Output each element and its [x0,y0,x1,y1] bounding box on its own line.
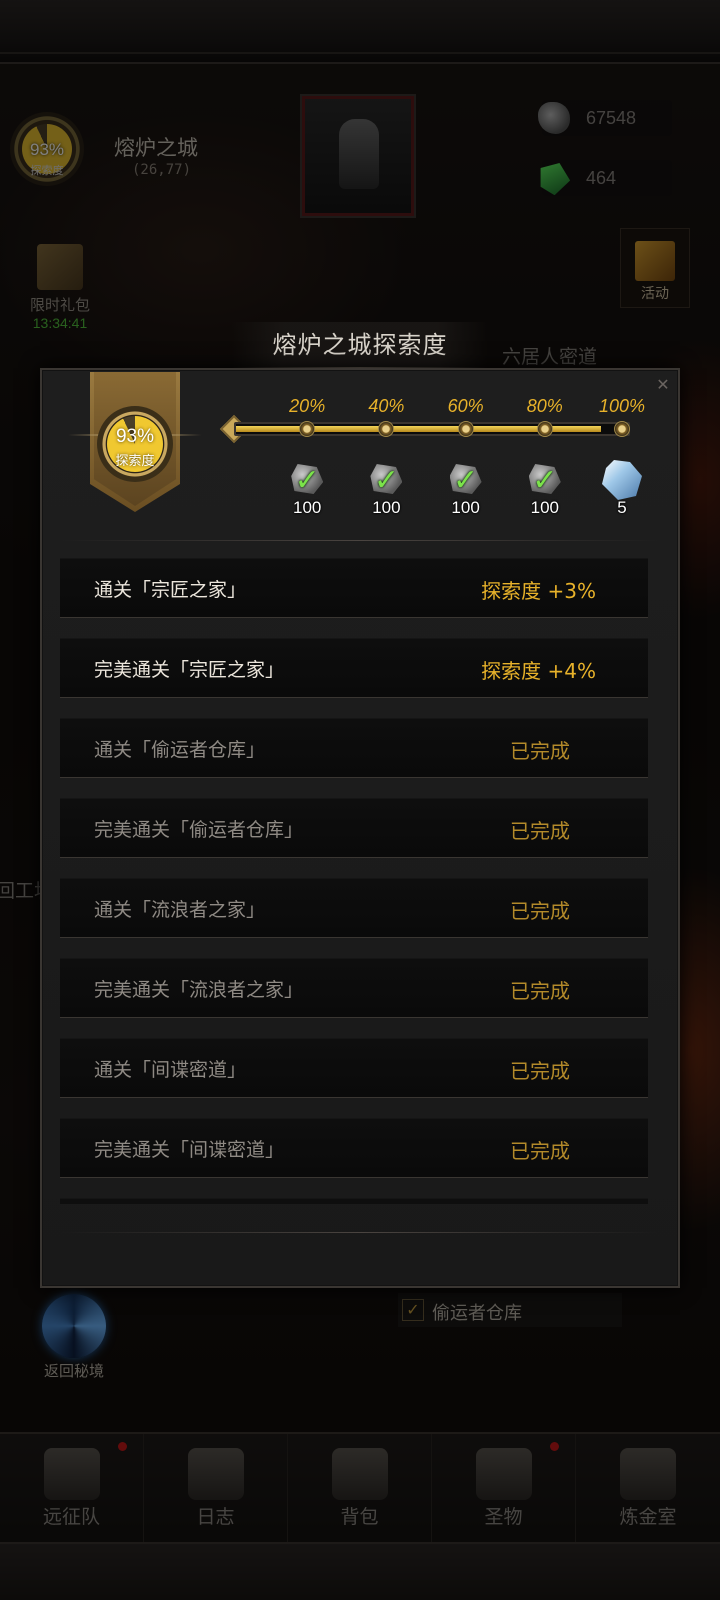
milestone-percent: 20% [289,396,326,416]
milestone-node [536,421,553,437]
task-name: 通关「宗匠之家」 [94,579,247,601]
milestone-percent: 80% [526,396,563,416]
milestone-node [457,421,474,437]
task-row[interactable]: 通关「大理石酒坊」已完成 [60,1198,648,1204]
exploration-modal: ✕ 93% 探索度 20% ✓ 100 40% ✓ 100 60% ✓ 100 80% ✓ 100 10… [40,368,680,1288]
task-row[interactable]: 完美通关「流浪者之家」 已完成 [60,958,648,1018]
reward-quantity: 100 [372,498,401,517]
task-row[interactable]: 完美通关「偷运者仓库」 已完成 [60,798,648,858]
milestone-reward[interactable]: 5 [592,460,652,530]
task-name: 完美通关「间谍密道」 [94,1139,285,1161]
reward-quantity: 100 [530,498,559,517]
progress-bar [234,422,630,436]
milestone-reward[interactable]: ✓ 100 [277,460,337,530]
task-row[interactable]: 通关「偷运者仓库」 已完成 [60,718,648,778]
claimed-check-icon: ✓ [373,463,399,498]
task-name: 完美通关「流浪者之家」 [94,979,304,1001]
task-name: 通关「间谍密道」 [94,1059,247,1081]
exploration-badge: 93% 探索度 [97,406,173,482]
task-row[interactable]: 通关「宗匠之家」 探索度 +3% [60,558,648,618]
task-name: 完美通关「偷运者仓库」 [94,819,304,841]
task-name: 完美通关「宗匠之家」 [94,659,285,681]
divider [62,540,658,541]
modal-title-bar: 熔炉之城探索度 [232,322,488,368]
reward-quantity: 100 [451,498,480,517]
task-status: 已完成 [510,739,570,763]
task-row[interactable]: 通关「流浪者之家」 已完成 [60,878,648,938]
milestone-percent: 40% [368,396,405,416]
milestone-percent: 100% [598,396,646,416]
task-status: 已完成 [510,899,570,923]
badge-label: 探索度 [115,454,155,469]
milestone-node [614,421,630,437]
divider [62,1232,658,1233]
task-status: 已完成 [510,1059,570,1083]
reward-quantity: 5 [617,498,627,517]
task-list[interactable]: 通关「宗匠之家」 探索度 +3% 完美通关「宗匠之家」 探索度 +4% 通关「偷运者仓库… [60,558,648,1204]
reward-quantity: 100 [293,498,322,517]
task-row[interactable]: 通关「间谍密道」 已完成 [60,1038,648,1098]
claimed-check-icon: ✓ [532,463,558,498]
task-status: 已完成 [510,819,570,843]
task-status: 探索度 +3% [481,579,596,603]
task-status: 探索度 +4% [481,659,596,683]
claimed-check-icon: ✓ [453,463,479,498]
close-icon[interactable]: ✕ [652,374,674,396]
task-status: 已完成 [510,1139,570,1163]
milestone-percent: 60% [447,396,484,416]
milestone-reward[interactable]: ✓ 100 [436,460,496,530]
milestone-reward[interactable]: ✓ 100 [356,460,416,530]
task-row[interactable]: 完美通关「宗匠之家」 探索度 +4% [60,638,648,698]
badge-percent: 93% [115,426,155,447]
task-name: 通关「偷运者仓库」 [94,739,266,761]
task-row[interactable]: 完美通关「间谍密道」 已完成 [60,1118,648,1178]
modal-title: 熔炉之城探索度 [272,331,448,359]
crystal-icon [602,460,642,500]
claimed-check-icon: ✓ [294,463,320,498]
task-name: 通关「流浪者之家」 [94,899,266,921]
task-status: 已完成 [510,979,570,1003]
milestone-reward[interactable]: ✓ 100 [515,460,575,530]
